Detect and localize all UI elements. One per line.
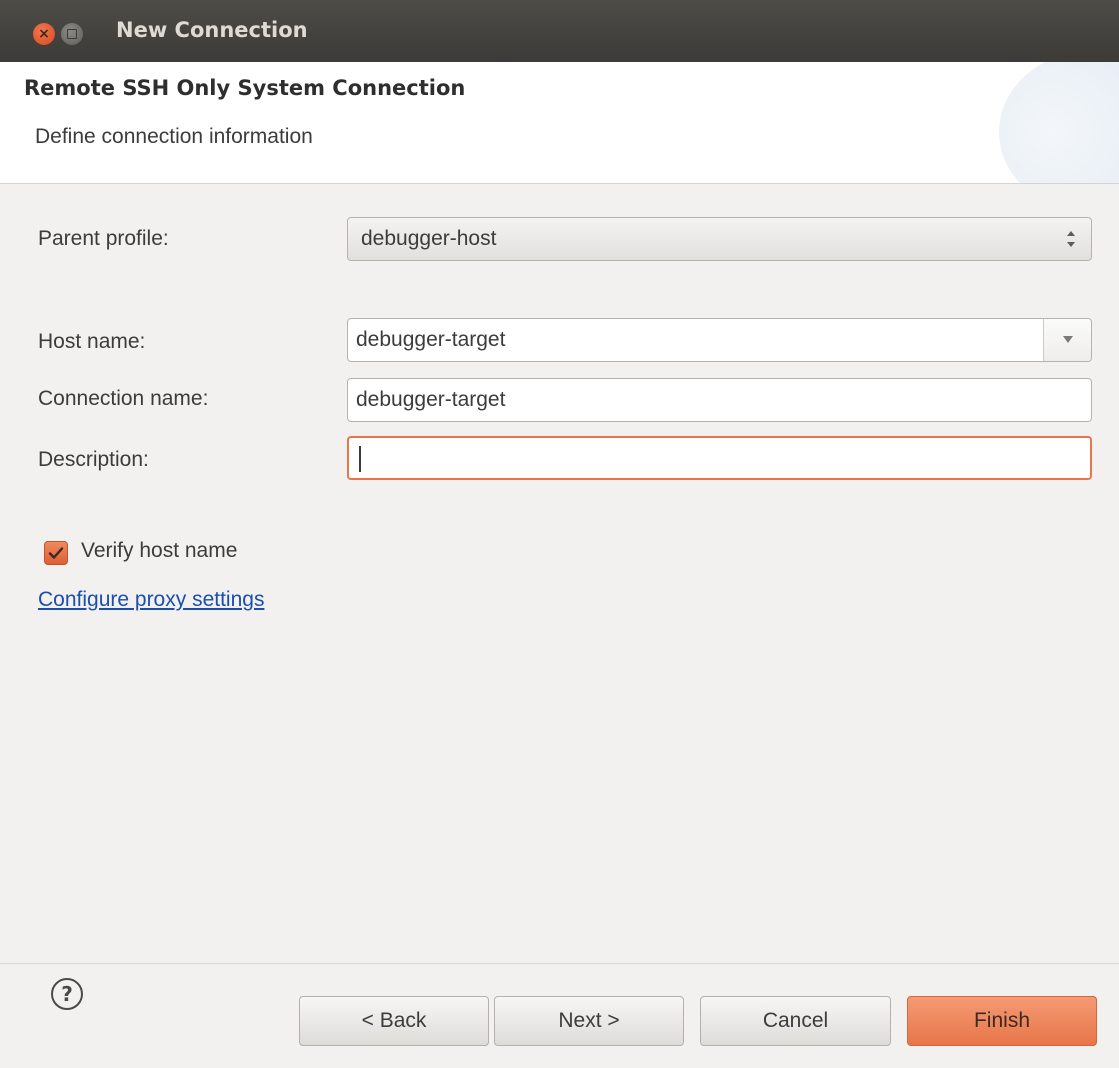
footer-divider (0, 963, 1119, 964)
verify-host-name-label[interactable]: Verify host name (81, 539, 237, 563)
host-name-combo[interactable]: debugger-target (347, 318, 1092, 362)
verify-host-name-checkbox[interactable] (44, 541, 68, 565)
checkmark-icon (48, 547, 64, 559)
host-name-dropdown-button[interactable] (1043, 319, 1091, 361)
description-field[interactable] (347, 436, 1092, 480)
finish-button[interactable]: Finish (907, 996, 1097, 1046)
connection-name-label: Connection name: (38, 387, 209, 410)
close-icon: × (38, 26, 50, 42)
title-bar: × New Connection (0, 0, 1119, 62)
maximize-window-button[interactable] (61, 23, 83, 45)
wizard-header: Remote SSH Only System Connection Define… (0, 62, 1119, 184)
host-name-value: debugger-target (356, 328, 506, 351)
connection-name-value: debugger-target (356, 388, 506, 411)
chevron-down-icon (1063, 336, 1073, 343)
parent-profile-label: Parent profile: (38, 227, 169, 250)
window-title: New Connection (116, 18, 308, 42)
parent-profile-select[interactable]: debugger-host (347, 217, 1092, 261)
parent-profile-value: debugger-host (361, 227, 497, 250)
cancel-button[interactable]: Cancel (700, 996, 891, 1046)
new-connection-dialog: × New Connection Remote SSH Only System … (0, 0, 1119, 1068)
connection-name-field[interactable]: debugger-target (347, 378, 1092, 422)
back-button[interactable]: < Back (299, 996, 489, 1046)
next-button[interactable]: Next > (494, 996, 684, 1046)
help-icon[interactable]: ? (51, 978, 83, 1010)
wizard-page-title: Remote SSH Only System Connection (24, 76, 466, 100)
header-banner-graphic (999, 62, 1119, 183)
host-name-label: Host name: (38, 330, 146, 353)
spinner-arrows-icon (1065, 227, 1077, 251)
wizard-page-description: Define connection information (35, 125, 313, 148)
description-label: Description: (38, 448, 149, 471)
configure-proxy-settings-link[interactable]: Configure proxy settings (38, 588, 264, 612)
close-window-button[interactable]: × (33, 23, 55, 45)
text-caret (359, 446, 361, 472)
